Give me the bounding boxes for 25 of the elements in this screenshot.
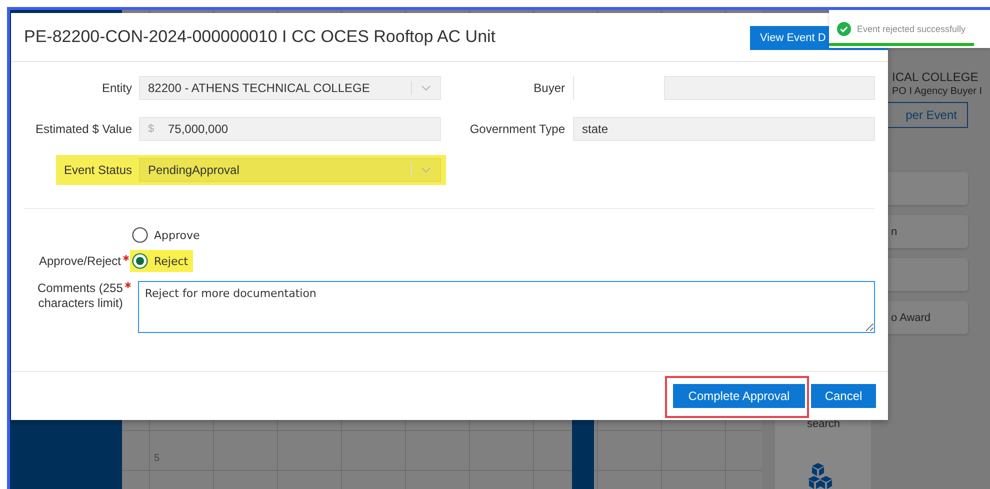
field-label: Estimated $ Value bbox=[36, 122, 132, 136]
field-label: Event Status bbox=[64, 163, 132, 177]
currency-symbol: $ bbox=[148, 123, 156, 135]
college-name: ICAL COLLEGE bbox=[892, 70, 978, 84]
user-role-text: PO I Agency Buyer I bbox=[892, 86, 982, 97]
axis-label: 5 bbox=[154, 453, 160, 464]
field-label: Entity bbox=[102, 81, 132, 95]
radio-option[interactable]: Reject bbox=[130, 250, 194, 272]
field-label: Comments (255 characters limit) bbox=[36, 281, 123, 311]
dialog-title: PE-82200-CON-2024-000000010 I CC OCES Rooftop AC Unit bbox=[24, 27, 496, 47]
field-label: Approve/Reject bbox=[38, 254, 121, 268]
cancel-button[interactable]: Cancel bbox=[811, 384, 876, 408]
text-field[interactable]: state bbox=[573, 117, 875, 141]
field-label: Government Type bbox=[470, 122, 565, 136]
complete-approval-button[interactable]: Complete Approval bbox=[673, 384, 805, 408]
comments-field[interactable]: Reject for more documentation bbox=[138, 281, 875, 333]
field-label: Buyer bbox=[534, 81, 565, 95]
chevron-down-icon bbox=[421, 167, 431, 173]
tile-label: search bbox=[807, 418, 840, 430]
currency-field[interactable]: $ 75,000,000 bbox=[139, 117, 441, 141]
radio-option[interactable]: Approve bbox=[130, 224, 205, 246]
check-circle-icon bbox=[837, 22, 851, 36]
dropdown-field[interactable]: 82200 - ATHENS TECHNICAL COLLEGE bbox=[139, 76, 441, 100]
dropdown-field[interactable]: PendingApproval bbox=[139, 158, 441, 182]
chevron-down-icon bbox=[421, 85, 431, 91]
